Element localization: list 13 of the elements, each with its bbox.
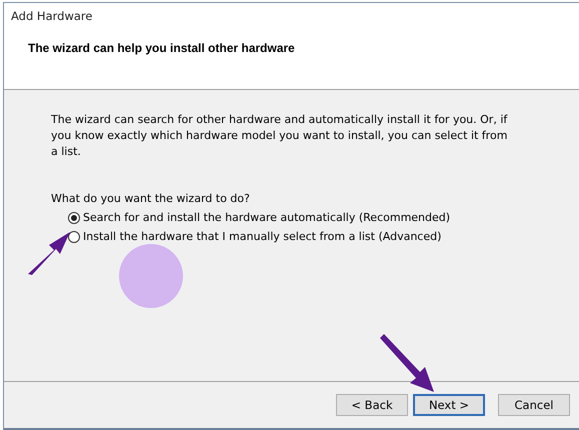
option-label[interactable]: Search for and install the hardware automatically (Recommended) <box>83 211 450 224</box>
next-button[interactable]: Next > <box>413 394 485 416</box>
cancel-button[interactable]: Cancel <box>498 394 570 416</box>
window-title: Add Hardware <box>11 9 94 23</box>
back-button[interactable]: < Back <box>336 394 408 416</box>
header-title: The wizard can help you install other hardware <box>28 41 296 55</box>
arrow-annotation <box>378 334 436 394</box>
highlight-circle <box>118 243 184 309</box>
radio-button[interactable] <box>68 230 80 242</box>
radio-button[interactable] <box>68 212 80 224</box>
question-label: What do you want the wizard to do? <box>51 192 251 205</box>
option-label[interactable]: Install the hardware that I manually select from a list (Advanced) <box>83 230 442 243</box>
description-text: The wizard can search for other hardware and automatically install it for you. Or, if you know exactly which hardware model you want to install, you can select it from a list. <box>51 112 508 160</box>
